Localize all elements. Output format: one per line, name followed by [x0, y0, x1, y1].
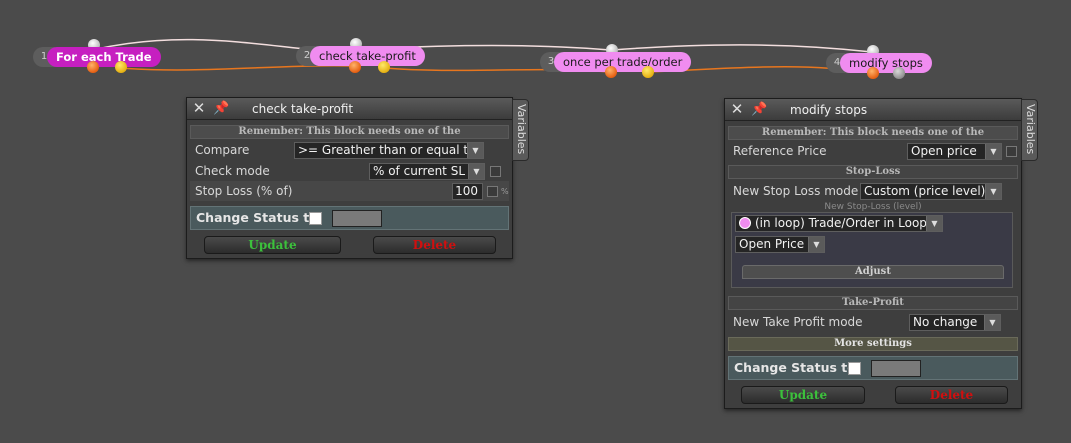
remember-note: Remember: This block needs one of the	[190, 125, 509, 139]
change-status-label: Change Status to	[734, 360, 856, 375]
output-connector-icon[interactable]	[115, 61, 127, 73]
node-label: once per trade/order	[554, 52, 692, 72]
variables-tab-label: Variables	[1024, 104, 1037, 155]
close-icon[interactable]: ✕	[729, 101, 745, 117]
chevron-down-icon: ▼	[808, 237, 824, 252]
chevron-down-icon: ▼	[468, 164, 484, 179]
compare-value: >= Greather than or equal to	[298, 143, 476, 157]
workflow-node-check-take-profit[interactable]: 2 check take-profit	[296, 38, 426, 73]
new-tp-mode-row: New Take Profit mode No change ▼	[728, 312, 1018, 332]
chevron-down-icon: ▼	[467, 143, 483, 158]
new-tp-mode-label: New Take Profit mode	[733, 315, 863, 329]
more-settings-button[interactable]: More settings	[728, 337, 1018, 351]
check-mode-label: Check mode	[195, 164, 270, 178]
change-status-label: Change Status to	[196, 210, 318, 225]
change-status-row: Change Status to	[728, 356, 1018, 380]
new-sl-level-caption: New Stop-Loss (level)	[824, 202, 922, 212]
pink-dot-icon	[739, 217, 751, 229]
check-mode-checkbox[interactable]	[490, 166, 501, 177]
modify-stops-panel: ✕ 📌 modify stops Remember: This block ne…	[724, 98, 1022, 409]
delete-button[interactable]: Delete	[373, 236, 496, 254]
adjust-button[interactable]: Adjust	[742, 265, 1004, 279]
stop-loss-label: Stop Loss (% of)	[195, 184, 293, 198]
stop-loss-section: Stop-Loss	[728, 165, 1018, 179]
pin-icon[interactable]: 📌	[213, 100, 233, 118]
chevron-down-icon: ▼	[985, 184, 1001, 199]
panel-titlebar[interactable]: ✕ 📌 modify stops	[725, 99, 1021, 121]
reference-price-label: Reference Price	[733, 144, 827, 158]
update-button[interactable]: Update	[741, 386, 865, 404]
new-sl-level-box: (in loop) Trade/Order in Loop ▼ Open Pri…	[731, 212, 1013, 288]
output-connector-icon[interactable]	[87, 61, 99, 73]
stop-loss-row: Stop Loss (% of) 100 %	[190, 181, 509, 201]
change-status-row: Change Status to	[190, 206, 509, 230]
loop-source-select[interactable]: (in loop) Trade/Order in Loop ▼	[735, 215, 943, 232]
output-connector-icon[interactable]	[867, 67, 879, 79]
output-connector-icon[interactable]	[642, 66, 654, 78]
change-status-checkbox[interactable]	[848, 362, 861, 375]
new-tp-mode-select[interactable]: No change ▼	[909, 314, 1001, 331]
new-sl-mode-select[interactable]: Custom (price level) ▼	[860, 183, 1002, 200]
workflow-node-once-per-trade[interactable]: 3 once per trade/order	[540, 44, 692, 78]
new-tp-mode-value: No change	[913, 315, 978, 329]
workflow-node-for-each-trade[interactable]: 1 For each Trade	[33, 39, 163, 73]
reference-price-checkbox[interactable]	[1006, 146, 1017, 157]
chevron-down-icon: ▼	[984, 315, 1000, 330]
node-label: For each Trade	[47, 47, 161, 67]
panel-titlebar[interactable]: ✕ 📌 check take-profit	[187, 98, 512, 120]
output-connector-icon[interactable]	[378, 61, 390, 73]
update-button[interactable]: Update	[204, 236, 341, 254]
chevron-down-icon: ▼	[926, 216, 942, 231]
new-sl-mode-row: New Stop Loss mode Custom (price level) …	[728, 181, 1018, 201]
take-profit-section: Take-Profit	[728, 296, 1018, 310]
output-connector-icon[interactable]	[893, 67, 905, 79]
node-label: modify stops	[840, 53, 932, 73]
compare-select[interactable]: >= Greather than or equal to ▼	[294, 142, 484, 159]
check-mode-value: % of current SL	[373, 164, 466, 178]
change-status-checkbox[interactable]	[309, 212, 322, 225]
remember-note: Remember: This block needs one of the	[728, 126, 1018, 140]
output-connector-icon[interactable]	[349, 61, 361, 73]
variables-tab-label: Variables	[515, 104, 528, 155]
panel-title: modify stops	[790, 103, 868, 117]
compare-row: Compare >= Greather than or equal to ▼	[190, 140, 509, 160]
reference-price-select[interactable]: Open price ▼	[907, 143, 1002, 160]
check-mode-row: Check mode % of current SL ▼	[190, 161, 509, 181]
panel-title: check take-profit	[252, 102, 354, 116]
compare-label: Compare	[195, 143, 250, 157]
check-mode-select[interactable]: % of current SL ▼	[369, 163, 485, 180]
workflow-node-modify-stops[interactable]: 4 modify stops	[826, 45, 936, 79]
variables-tab[interactable]: Variables	[512, 99, 529, 161]
price-type-value: Open Price	[739, 237, 805, 251]
status-color-field[interactable]	[332, 210, 382, 227]
pin-icon[interactable]: 📌	[751, 101, 771, 119]
output-connector-icon[interactable]	[605, 66, 617, 78]
status-color-field[interactable]	[871, 360, 921, 377]
new-sl-mode-value: Custom (price level)	[864, 184, 986, 198]
delete-button[interactable]: Delete	[895, 386, 1008, 404]
check-take-profit-panel: ✕ 📌 check take-profit Remember: This blo…	[186, 97, 513, 259]
loop-source-value: (in loop) Trade/Order in Loop	[755, 216, 927, 230]
node-label: check take-profit	[310, 46, 425, 66]
stop-loss-checkbox[interactable]	[487, 186, 498, 197]
close-icon[interactable]: ✕	[191, 100, 207, 116]
reference-price-row: Reference Price Open price ▼	[728, 141, 1018, 161]
chevron-down-icon: ▼	[985, 144, 1001, 159]
new-sl-mode-label: New Stop Loss mode	[733, 184, 859, 198]
reference-price-value: Open price	[911, 144, 977, 158]
price-type-select[interactable]: Open Price ▼	[735, 236, 825, 253]
percent-unit: %	[501, 187, 509, 196]
variables-tab[interactable]: Variables	[1021, 99, 1038, 161]
stop-loss-input[interactable]: 100	[452, 183, 483, 200]
